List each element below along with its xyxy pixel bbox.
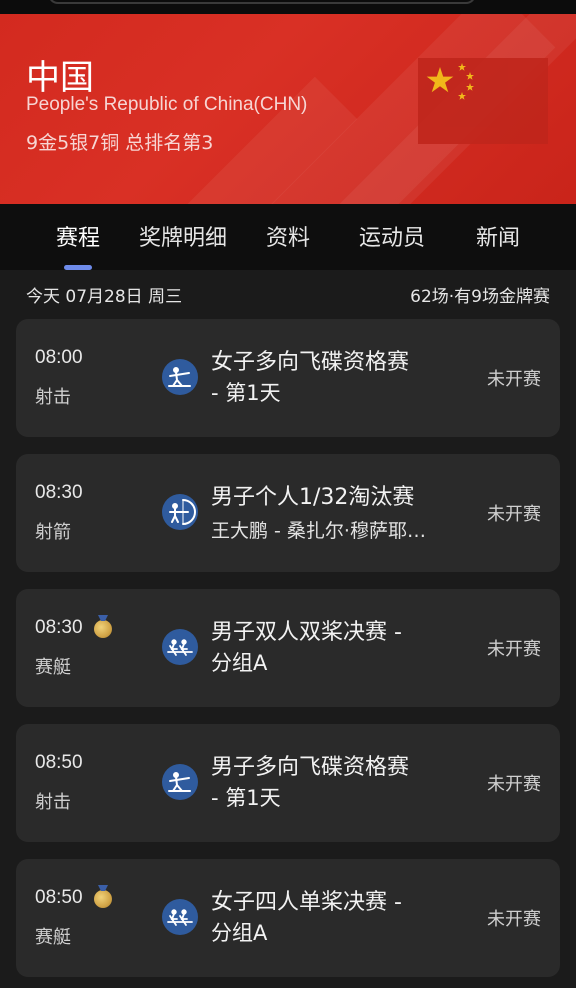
rowing-icon: [162, 629, 198, 665]
event-sport: 赛艇: [35, 657, 71, 678]
event-time: 08:30: [35, 482, 83, 503]
event-status: 未开赛: [487, 369, 541, 390]
country-full-name: People's Republic of China(CHN): [26, 94, 308, 115]
event-title-line2: 分组A: [211, 651, 268, 675]
gold-medal-icon: [94, 890, 112, 908]
event-time: 08:30: [35, 617, 83, 638]
event-sport: 赛艇: [35, 927, 71, 948]
tab-athletes[interactable]: 运动员: [344, 204, 440, 270]
event-title: 男子多向飞碟资格赛: [211, 755, 410, 780]
event-title: 女子四人单桨决赛 -: [211, 890, 402, 915]
event-time: 08:50: [35, 887, 83, 908]
event-time: 08:00: [35, 347, 83, 368]
event-sport: 射击: [35, 387, 71, 408]
status-bar: [0, 0, 576, 14]
event-sport: 射箭: [35, 522, 71, 543]
notch-outline: [48, 0, 476, 4]
event-time: 08:50: [35, 752, 83, 773]
event-title-line2: - 第1天: [211, 381, 281, 405]
tab-schedule[interactable]: 赛程: [40, 204, 116, 270]
gold-medal-icon: [94, 620, 112, 638]
event-title: 男子双人双桨决赛 -: [211, 620, 402, 645]
event-status: 未开赛: [487, 639, 541, 660]
event-participants: 王大鹏 - 桑扎尔·穆萨耶…: [211, 520, 426, 542]
shooting-icon: [162, 764, 198, 800]
event-title: 女子多向飞碟资格赛: [211, 350, 410, 375]
tab-medal-details[interactable]: 奖牌明细: [128, 204, 238, 270]
archery-icon: [162, 494, 198, 530]
event-title-line2: 分组A: [211, 921, 268, 945]
event-card[interactable]: 08:30 射箭 男子个人1/32淘汰赛 王大鹏 - 桑扎尔·穆萨耶… 未开赛: [16, 454, 560, 572]
tab-news[interactable]: 新闻: [462, 204, 534, 270]
event-card[interactable]: 08:50 赛艇 女子四人单桨决赛 - 分组A 未开赛: [16, 859, 560, 977]
event-title: 男子个人1/32淘汰赛: [211, 485, 415, 510]
tab-profile[interactable]: 资料: [252, 204, 324, 270]
medal-summary: 9金5银7铜 总排名第3: [26, 132, 214, 154]
event-title-line2: - 第1天: [211, 786, 281, 810]
event-card[interactable]: 08:50 射击 男子多向飞碟资格赛 - 第1天 未开赛: [16, 724, 560, 842]
rowing-icon: [162, 899, 198, 935]
date-bar: 今天 07月28日 周三 62场·有9场金牌赛: [0, 270, 576, 316]
event-count: 62场·有9场金牌赛: [410, 287, 550, 307]
event-status: 未开赛: [487, 909, 541, 930]
event-card[interactable]: 08:00 射击 女子多向飞碟资格赛 - 第1天 未开赛: [16, 319, 560, 437]
tab-bar: 赛程 奖牌明细 资料 运动员 新闻: [0, 204, 576, 270]
shooting-icon: [162, 359, 198, 395]
date-label: 今天 07月28日 周三: [26, 287, 183, 307]
china-flag-icon: [418, 58, 548, 144]
event-status: 未开赛: [487, 774, 541, 795]
event-status: 未开赛: [487, 504, 541, 525]
country-name: 中国: [26, 58, 94, 98]
country-header: 中国 People's Republic of China(CHN) 9金5银7…: [0, 14, 576, 204]
event-sport: 射击: [35, 792, 71, 813]
event-card[interactable]: 08:30 赛艇 男子双人双桨决赛 - 分组A 未开赛: [16, 589, 560, 707]
